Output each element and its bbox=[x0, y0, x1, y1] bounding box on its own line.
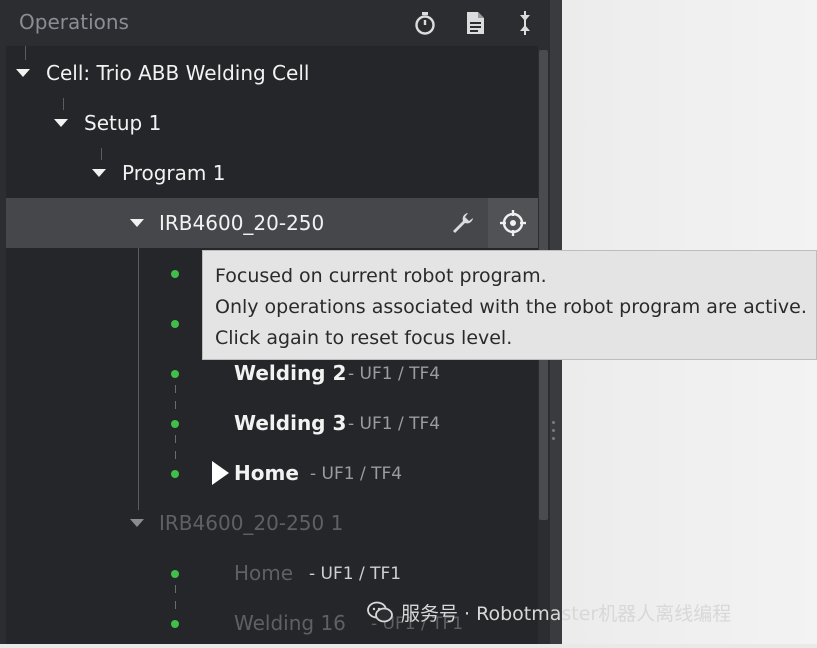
tree-node-robot[interactable]: IRB4600_20-250 bbox=[6, 198, 538, 248]
operation-label: Home bbox=[234, 561, 294, 585]
program-label: Program 1 bbox=[122, 161, 226, 185]
active-status-icon bbox=[171, 570, 179, 578]
panel-header: Operations bbox=[0, 0, 550, 46]
tree-node-cell[interactable]: Cell: Trio ABB Welding Cell bbox=[6, 48, 538, 98]
collapse-icon[interactable] bbox=[511, 9, 539, 37]
active-status-icon bbox=[171, 420, 179, 428]
watermark: 服务号 · Robotmaster机器人离线编程 bbox=[367, 597, 731, 627]
tree-node-setup[interactable]: Setup 1 bbox=[6, 98, 538, 148]
robot-label: IRB4600_20-250 1 bbox=[159, 511, 344, 535]
current-position-play-icon bbox=[212, 461, 229, 485]
operation-frames: - UF1 / TF1 bbox=[309, 564, 402, 584]
tree-node-robot[interactable]: IRB4600_20-250 1 bbox=[6, 498, 538, 548]
operation-label: Welding 16 bbox=[234, 611, 346, 635]
focus-target-icon[interactable] bbox=[488, 198, 538, 248]
watermark-text: 服务号 · Robotmaster机器人离线编程 bbox=[401, 602, 732, 625]
wrench-icon[interactable] bbox=[438, 198, 488, 248]
robot-label: IRB4600_20-250 bbox=[159, 211, 325, 235]
active-status-icon bbox=[171, 370, 179, 378]
operation-frames: - UF1 / TF4 bbox=[310, 464, 403, 484]
focus-tooltip: Focused on current robot program. Only o… bbox=[202, 250, 817, 360]
tree-node-program[interactable]: Program 1 bbox=[6, 148, 538, 198]
active-status-icon bbox=[171, 620, 179, 628]
operation-label: Home bbox=[234, 461, 299, 485]
resize-grip-icon[interactable] bbox=[552, 416, 556, 444]
stopwatch-icon[interactable] bbox=[411, 9, 439, 37]
operation-frames: - UF1 / TF4 bbox=[348, 364, 441, 384]
tree-node-operation[interactable]: Home - UF1 / TF4 bbox=[6, 448, 538, 498]
expand-caret-icon[interactable] bbox=[54, 119, 68, 127]
tooltip-line: Focused on current robot program. bbox=[215, 265, 547, 287]
document-icon[interactable] bbox=[461, 9, 489, 37]
cell-label: Cell: Trio ABB Welding Cell bbox=[46, 61, 310, 85]
active-status-icon bbox=[171, 320, 179, 328]
wechat-logo-icon bbox=[367, 601, 393, 623]
setup-label: Setup 1 bbox=[84, 111, 162, 135]
tree-node-operation[interactable]: Home - UF1 / TF1 bbox=[6, 548, 538, 598]
expand-caret-icon[interactable] bbox=[130, 519, 144, 527]
tooltip-line: Click again to reset focus level. bbox=[215, 327, 513, 349]
operation-label: Welding 3 bbox=[234, 411, 347, 435]
expand-caret-icon[interactable] bbox=[130, 219, 144, 227]
expand-caret-icon[interactable] bbox=[92, 169, 106, 177]
active-status-icon bbox=[171, 270, 179, 278]
expand-caret-icon[interactable] bbox=[16, 69, 30, 77]
operation-frames: - UF1 / TF4 bbox=[348, 414, 441, 434]
active-status-icon bbox=[171, 470, 179, 478]
panel-title: Operations bbox=[19, 10, 129, 34]
tree-node-operation[interactable]: Welding 3 - UF1 / TF4 bbox=[6, 398, 538, 448]
operation-label: Welding 2 bbox=[234, 361, 347, 385]
tooltip-line: Only operations associated with the robo… bbox=[215, 296, 807, 318]
